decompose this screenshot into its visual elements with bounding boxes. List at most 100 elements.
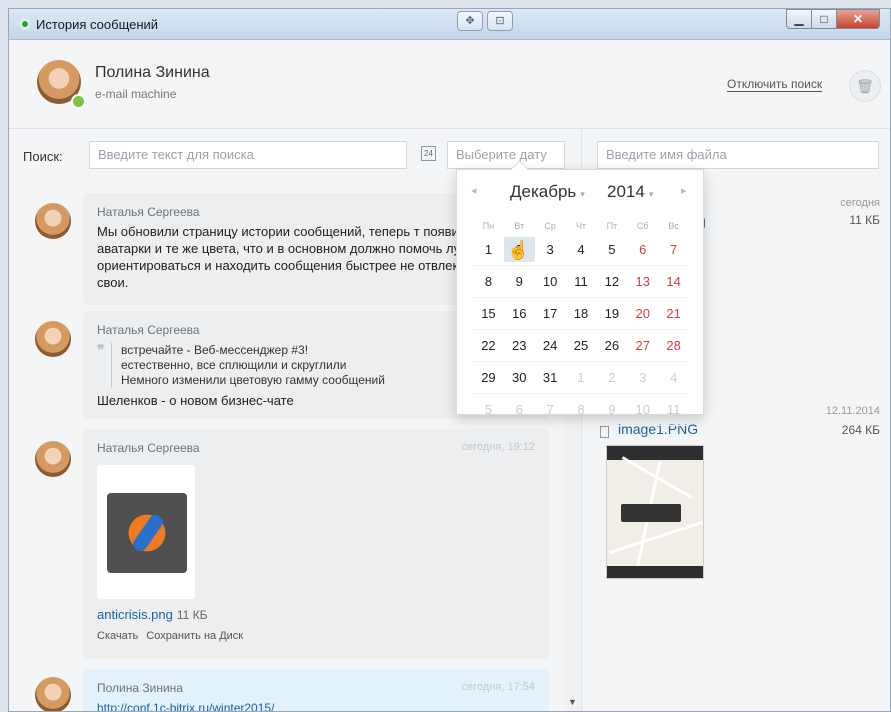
calendar-grid: Пн Вт Ср Чт Пт Сб Вс 1 2 3 4 5 6 7 8 9 10 11 12 13 14 15 16 17 1… (473, 218, 689, 426)
calendar-day[interactable]: 31 (535, 370, 566, 385)
online-status-icon (71, 94, 86, 109)
calendar-day[interactable]: 22 (473, 338, 504, 353)
calendar-day[interactable]: 26 (596, 338, 627, 353)
month-select[interactable]: Декабрь ▾ (510, 182, 585, 202)
app-icon (19, 18, 31, 30)
calendar-day[interactable]: 8 (566, 402, 597, 417)
calendar-day[interactable]: 2 (596, 370, 627, 385)
image-thumbnail (107, 493, 187, 573)
file-size: 264 КБ (841, 423, 880, 437)
year-select[interactable]: 2014 ▾ (607, 182, 653, 202)
message-history-window: История сообщений ✥ ⊡ ▁ □ ✕ Полина Зинин… (8, 8, 891, 712)
calendar-day[interactable]: 8 (473, 274, 504, 289)
file-date: 12.11.2014 (825, 405, 880, 417)
file-search-input[interactable]: Введите имя файла (597, 141, 879, 169)
calendar-day[interactable]: 25 (566, 338, 597, 353)
calendar-day[interactable]: 7 (658, 242, 689, 257)
download-link[interactable]: Скачать (97, 630, 138, 642)
calendar-day[interactable]: 30 (504, 370, 535, 385)
title-bar[interactable]: История сообщений ✥ ⊡ ▁ □ ✕ (9, 9, 890, 40)
trash-icon[interactable]: 🗑 (849, 70, 881, 102)
weekday-label: Вт (514, 221, 525, 231)
map-road (608, 520, 703, 555)
calendar-day[interactable]: 13 (627, 274, 658, 289)
year-label: 2014 (607, 182, 645, 201)
calendar-day[interactable]: 15 (473, 306, 504, 321)
calendar-day[interactable]: 1 (566, 370, 597, 385)
date-picker-input[interactable]: Выберите дату (447, 141, 565, 169)
search-label: Поиск: (23, 149, 63, 164)
image-preview[interactable] (97, 465, 195, 599)
calendar-day[interactable]: 24 (535, 338, 566, 353)
calendar-day[interactable]: 29 (473, 370, 504, 385)
calendar-day[interactable]: 19 (596, 306, 627, 321)
calendar-day[interactable]: 23 (504, 338, 535, 353)
calendar-day[interactable]: 4 (658, 370, 689, 385)
message-time: сегодня, 19:12 (461, 441, 535, 453)
calendar-day[interactable]: 11 (658, 402, 689, 417)
prev-month-icon[interactable]: ◂ (471, 184, 477, 197)
close-button[interactable]: ✕ (836, 9, 880, 29)
next-month-icon[interactable]: ▸ (681, 184, 687, 197)
quote-bar (111, 343, 112, 388)
avatar[interactable] (35, 441, 71, 477)
search-bar: Поиск: Введите текст для поиска 24 Выбер… (9, 129, 890, 179)
calendar-day[interactable]: 10 (627, 402, 658, 417)
calendar-week: 5 6 7 8 9 10 11 (473, 394, 689, 426)
map-popup (621, 504, 681, 522)
calendar-day[interactable]: 9 (596, 402, 627, 417)
maximize-button[interactable]: □ (811, 9, 837, 29)
calendar-day[interactable]: 6 (504, 402, 535, 417)
calendar-day[interactable]: 11 (566, 274, 597, 289)
calendar-day[interactable]: 28 (658, 338, 689, 353)
map-toolbar (607, 566, 703, 578)
move-handle-icon[interactable]: ✥ (457, 11, 483, 31)
calendar-day[interactable]: 7 (535, 402, 566, 417)
hand-cursor-icon: ☝ (507, 240, 530, 260)
weekday-label: Сб (636, 221, 649, 231)
calendar-day[interactable]: 1 (473, 242, 504, 257)
calendar-day[interactable]: 5 (596, 242, 627, 257)
avatar[interactable] (35, 321, 71, 357)
window-title: История сообщений (36, 17, 159, 32)
scroll-down-icon[interactable]: ▼ (568, 697, 577, 707)
calendar-day[interactable]: 20 (627, 306, 658, 321)
month-label: Декабрь (510, 182, 577, 201)
avatar[interactable] (35, 203, 71, 239)
chevron-down-icon: ▾ (580, 189, 585, 199)
avatar[interactable] (35, 677, 71, 711)
file-icon (600, 426, 609, 438)
message-time: сегодня, 17:54 (461, 681, 535, 693)
weekday-label: Ср (544, 221, 556, 231)
message-bubble: Полина Зинина сегодня, 17:54 http://conf… (83, 669, 549, 711)
date-picker-popup: ◂ ▸ Декабрь ▾ 2014 ▾ Пн Вт Ср Чт Пт Сб Вс 1 2 3 4 5 6 7… (456, 160, 704, 426)
calendar-day[interactable]: 3 (627, 370, 658, 385)
calendar-day[interactable]: 18 (566, 306, 597, 321)
save-to-disk-link[interactable]: Сохранить на Диск (146, 630, 243, 642)
file-link[interactable]: anticrisis.png (97, 607, 173, 622)
calendar-day[interactable]: 27 (627, 338, 658, 353)
calendar-day[interactable]: 9 (504, 274, 535, 289)
image-preview[interactable] (606, 445, 704, 579)
calendar-day[interactable]: 6 (627, 242, 658, 257)
weekday-label: Пн (482, 221, 495, 231)
calendar-day[interactable]: 5 (473, 402, 504, 417)
calendar-day[interactable]: 4 (566, 242, 597, 257)
calendar-day[interactable]: 3 (535, 242, 566, 257)
calendar-icon[interactable]: 24 (421, 146, 436, 161)
minimize-button[interactable]: ▁ (786, 9, 812, 29)
calendar-day[interactable]: 10 (535, 274, 566, 289)
weekday-header: Пн Вт Ср Чт Пт Сб Вс (473, 218, 689, 234)
contact-subtitle: e-mail machine (95, 87, 177, 101)
calendar-day[interactable]: 12 (596, 274, 627, 289)
calendar-day[interactable]: 21 (658, 306, 689, 321)
dock-icon[interactable]: ⊡ (487, 11, 513, 31)
disable-search-link[interactable]: Отключить поиск (727, 77, 822, 91)
message-link[interactable]: http://conf.1c-bitrix.ru/winter2015/ (97, 701, 535, 711)
calendar-day[interactable]: 14 (658, 274, 689, 289)
calendar-day[interactable]: 17 (535, 306, 566, 321)
calendar-week: 1234567 (473, 234, 689, 266)
file-size: 11 КБ (849, 213, 880, 227)
calendar-day[interactable]: 16 (504, 306, 535, 321)
search-input[interactable]: Введите текст для поиска (89, 141, 407, 169)
